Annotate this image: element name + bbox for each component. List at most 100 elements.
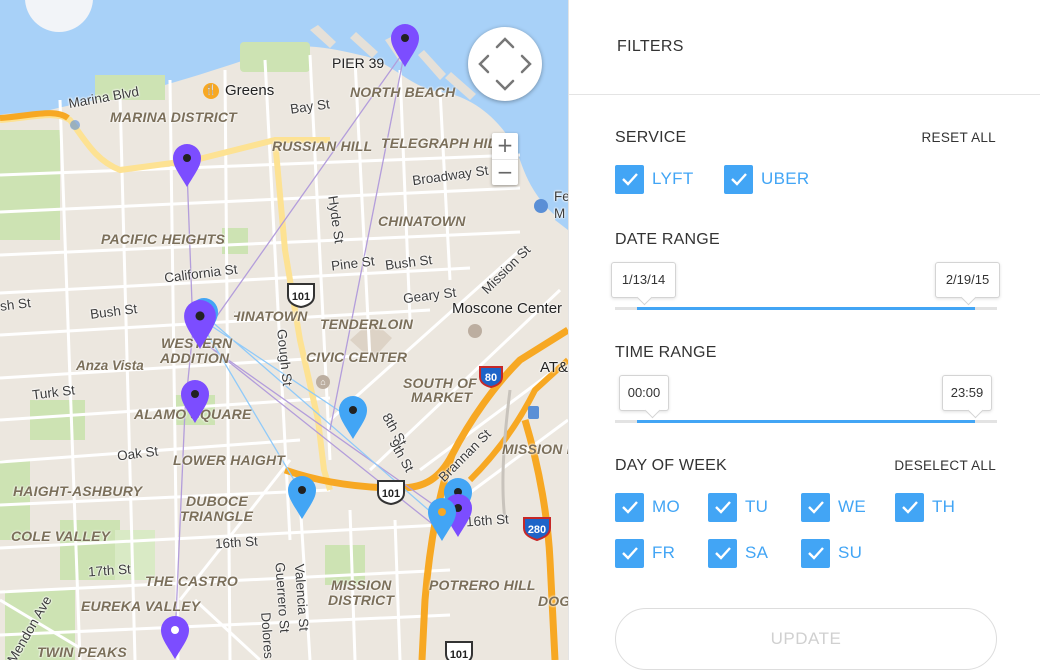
street-label: 17th St — [87, 561, 132, 580]
map-pan-control[interactable] — [468, 27, 542, 101]
pan-left-icon — [478, 54, 490, 74]
lyft-pickup-pin[interactable] — [182, 300, 218, 350]
pan-down-icon — [495, 79, 515, 91]
day-checkbox-we[interactable]: WE — [801, 492, 866, 522]
service-heading: SERVICE — [615, 129, 687, 146]
map-label: EUREKA VALLEY — [81, 598, 201, 614]
zoom-in-button[interactable]: + — [492, 133, 518, 160]
time-range-heading: TIME RANGE — [615, 344, 717, 361]
map-label: COLE VALLEY — [11, 528, 111, 544]
pan-right-icon — [520, 54, 532, 74]
time-range-start-handle[interactable]: 00:00 — [619, 375, 669, 411]
checkbox-checked-icon — [801, 492, 830, 522]
date-range-heading: DATE RANGE — [615, 231, 720, 248]
date-range-slider[interactable]: 1/13/14 2/19/15 — [611, 262, 1000, 310]
checkbox-checked-icon — [615, 492, 644, 522]
day-checkbox-sa[interactable]: SA — [708, 538, 768, 568]
checkbox-checked-icon — [615, 538, 644, 568]
day-checkbox-th[interactable]: TH — [895, 492, 955, 522]
checkbox-checked-icon — [801, 538, 830, 568]
trip-map[interactable]: MARINA DISTRICT NORTH BEACH TELEGRAPH HI… — [0, 0, 568, 660]
checkbox-checked-icon — [895, 492, 924, 522]
transit-icon — [534, 199, 548, 213]
street-label: Anza Vista — [76, 358, 144, 373]
map-label: THE CASTRO — [145, 573, 238, 589]
day-checkbox-tu[interactable]: TU — [708, 492, 768, 522]
street-label: M — [554, 206, 566, 221]
day-of-week-heading: DAY OF WEEK — [615, 457, 727, 474]
pan-up-icon — [495, 37, 515, 49]
map-label: CIVIC CENTER — [306, 349, 408, 365]
shield-number: 101 — [450, 649, 468, 660]
checkbox-label: MO — [652, 497, 680, 516]
day-checkbox-fr[interactable]: FR — [615, 538, 675, 568]
map-label: TRIANGLE — [180, 508, 254, 524]
lyft-pickup-pin[interactable] — [390, 24, 420, 68]
map-label: ADDITION — [160, 350, 230, 366]
filters-panel: FILTERS SERVICE RESET ALL LYFT UBER DATE… — [568, 0, 1040, 670]
uber-pickup-pin[interactable] — [338, 396, 368, 440]
highway-shield-80: 80 — [478, 364, 504, 393]
restaurant-icon: 🍴 — [203, 83, 219, 99]
checkbox-label: SU — [838, 543, 863, 562]
landmark-icon — [468, 324, 482, 338]
map-label: CHINATOWN — [378, 213, 466, 229]
service-checkbox-uber[interactable]: UBER — [724, 164, 809, 194]
checkbox-checked-icon — [708, 492, 737, 522]
poi-label: Greens — [225, 82, 275, 99]
checkbox-checked-icon — [708, 538, 737, 568]
time-range-end-handle[interactable]: 23:59 — [942, 375, 992, 411]
street-label: Fe — [554, 189, 568, 204]
checkbox-label: TU — [745, 497, 769, 516]
civic-building-icon: ⌂ — [316, 375, 330, 389]
highway-shield-280: 280 — [522, 515, 552, 546]
poi-label: PIER 39 — [332, 55, 385, 71]
update-button[interactable]: UPDATE — [615, 608, 997, 670]
map-label: MARINA DISTRICT — [110, 109, 237, 125]
map-label: TWIN PEAKS — [37, 644, 127, 660]
checkbox-label: UBER — [761, 169, 810, 188]
service-checkbox-lyft[interactable]: LYFT — [615, 164, 694, 194]
day-checkbox-su[interactable]: SU — [801, 538, 862, 568]
lyft-pickup-pin[interactable] — [180, 380, 210, 424]
map-zoom-control: + − — [492, 133, 518, 185]
map-label: DOG — [538, 593, 568, 609]
shield-number: 101 — [292, 291, 310, 303]
map-label: TENDERLOIN — [320, 316, 413, 332]
deselect-all-link[interactable]: DESELECT ALL — [894, 458, 996, 473]
slider-fill — [637, 420, 975, 423]
slider-fill — [637, 307, 975, 310]
map-label: TELEGRAPH HILL — [381, 135, 506, 151]
poi-label: Moscone Center — [452, 300, 563, 317]
checkbox-label: LYFT — [652, 169, 694, 188]
lyft-pickup-pin[interactable] — [172, 144, 202, 188]
map-label: LOWER HAIGHT — [173, 452, 286, 468]
time-range-slider[interactable]: 00:00 23:59 — [615, 375, 997, 423]
lyft-pickup-pin[interactable] — [160, 616, 190, 660]
day-checkbox-mo[interactable]: MO — [615, 492, 680, 522]
map-label: HAIGHT-ASHBURY — [13, 483, 143, 499]
map-label: MARKET — [411, 389, 473, 405]
reset-all-link[interactable]: RESET ALL — [922, 130, 997, 145]
shield-number: 280 — [528, 524, 546, 536]
checkbox-label: WE — [838, 497, 866, 516]
highway-shield-101: 101 — [375, 479, 407, 510]
highway-shield-101: 101 — [285, 282, 317, 313]
panel-title: FILTERS — [617, 38, 684, 55]
date-range-start-handle[interactable]: 1/13/14 — [611, 262, 676, 298]
transit-icon — [70, 120, 80, 130]
uber-pickup-pin[interactable] — [287, 476, 317, 520]
map-label: PACIFIC HEIGHTS — [101, 231, 226, 247]
checkbox-label: TH — [932, 497, 956, 516]
date-range-end-handle[interactable]: 2/19/15 — [935, 262, 1000, 298]
map-label: POTRERO HILL — [429, 577, 536, 593]
uber-pickup-pin[interactable] — [427, 498, 457, 542]
shield-number: 101 — [382, 488, 400, 500]
street-label: 16th St — [214, 533, 259, 552]
zoom-out-button[interactable]: − — [492, 160, 518, 186]
map-label: DUBOCE — [186, 493, 248, 509]
map-label: DISTRICT — [328, 592, 395, 608]
street-label: AT& — [540, 359, 568, 376]
map-label: MISSION BAY — [502, 441, 568, 457]
checkbox-label: SA — [745, 543, 769, 562]
